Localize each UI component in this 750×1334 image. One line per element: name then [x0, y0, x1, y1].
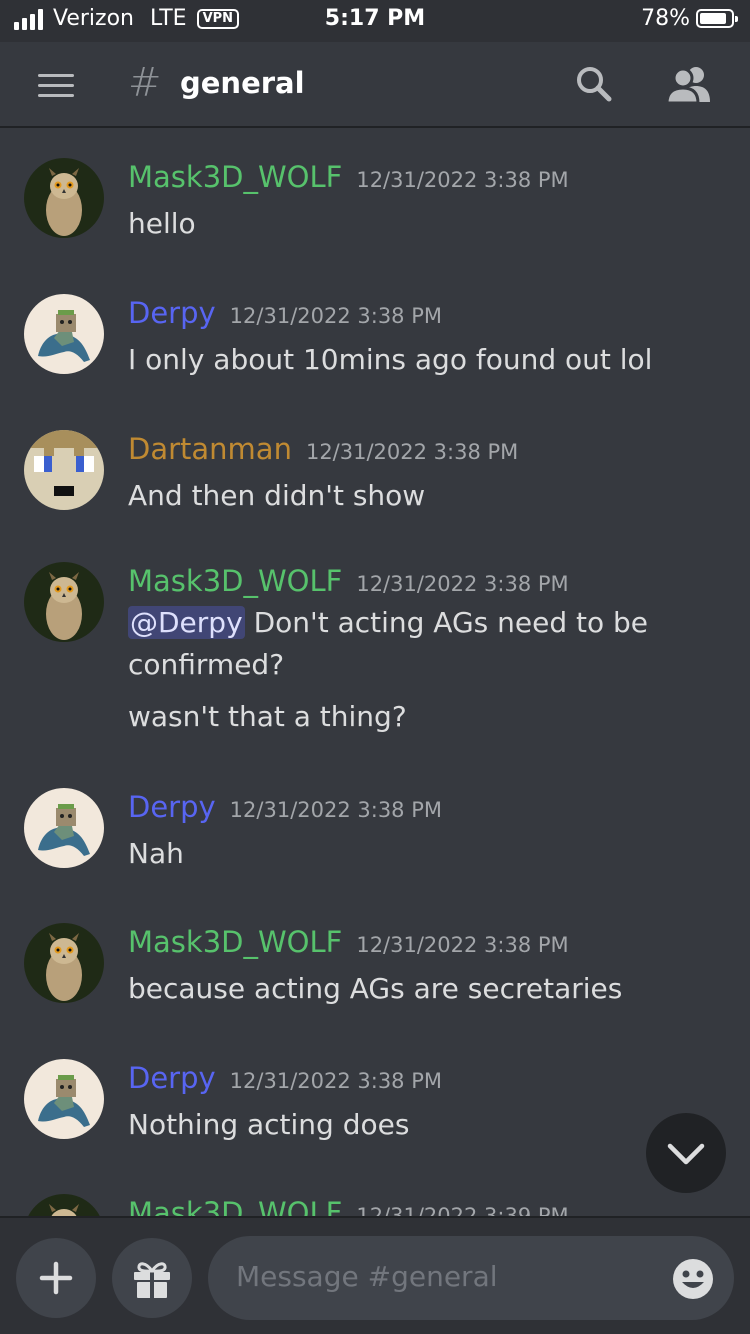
gift-icon	[134, 1262, 170, 1298]
avatar[interactable]	[24, 1194, 104, 1216]
channel-title: general	[180, 66, 305, 100]
message-text-line: confirmed?	[128, 648, 285, 681]
message-text: because acting AGs are secretaries	[128, 972, 623, 1005]
author-name[interactable]: Derpy	[128, 790, 216, 824]
emoji-icon[interactable]	[672, 1258, 714, 1300]
add-attachment-button[interactable]	[16, 1238, 96, 1318]
message-text: wasn't that a thing?	[128, 700, 407, 733]
owl-avatar-icon	[24, 1194, 104, 1216]
timestamp: 12/31/2022 3:39 PM	[356, 1204, 569, 1216]
owl-avatar-icon	[24, 562, 104, 642]
hamburger-icon[interactable]	[38, 74, 74, 98]
timestamp: 12/31/2022 3:38 PM	[229, 798, 442, 822]
message-text: hello	[128, 207, 196, 240]
search-icon[interactable]	[574, 64, 614, 104]
avatar[interactable]	[24, 562, 104, 642]
timestamp: 12/31/2022 3:38 PM	[229, 304, 442, 328]
timestamp: 12/31/2022 3:38 PM	[305, 440, 519, 464]
plus-icon	[39, 1261, 73, 1295]
timestamp: 12/31/2022 3:38 PM	[356, 572, 569, 596]
pixel-face-avatar-icon	[24, 430, 104, 510]
message-text: I only about 10mins ago found out lol	[128, 343, 653, 376]
timestamp: 12/31/2022 3:38 PM	[356, 168, 569, 192]
hash-icon: #	[128, 60, 162, 106]
clock: 5:17 PM	[324, 6, 426, 31]
message-text-line: Don't acting AGs need to be	[253, 606, 649, 639]
members-icon[interactable]	[666, 64, 712, 104]
timestamp: 12/31/2022 3:38 PM	[229, 1069, 442, 1093]
avatar[interactable]	[24, 1059, 104, 1139]
avatar[interactable]	[24, 158, 104, 238]
author-name[interactable]: Derpy	[128, 296, 216, 330]
author-name[interactable]: Mask3D_WOLF	[128, 160, 342, 194]
derpy-avatar-icon	[24, 294, 104, 374]
channel-header: # general	[0, 42, 750, 128]
message-text: Nothing acting does	[128, 1108, 410, 1141]
owl-avatar-icon	[24, 158, 104, 238]
user-mention[interactable]: @Derpy	[128, 606, 245, 639]
owl-avatar-icon	[24, 923, 104, 1003]
message-text: Nah	[128, 837, 184, 870]
author-name[interactable]: Mask3D_WOLF	[128, 925, 342, 959]
author-name[interactable]: Mask3D_WOLF	[128, 1196, 342, 1216]
derpy-avatar-icon	[24, 788, 104, 868]
gift-button[interactable]	[112, 1238, 192, 1318]
message-input[interactable]: Message #general	[208, 1236, 734, 1320]
author-name[interactable]: Dartanman	[128, 432, 292, 466]
timestamp: 12/31/2022 3:38 PM	[356, 933, 569, 957]
message-input-placeholder: Message #general	[236, 1260, 498, 1293]
derpy-avatar-icon	[24, 1059, 104, 1139]
avatar[interactable]	[24, 430, 104, 510]
message-text: @Derpy Don't acting AGs need to be confi…	[128, 602, 728, 686]
author-name[interactable]: Mask3D_WOLF	[128, 564, 342, 598]
scroll-to-bottom-button[interactable]	[646, 1113, 726, 1193]
author-name[interactable]: Derpy	[128, 1061, 216, 1095]
chevron-down-icon	[667, 1143, 705, 1165]
status-bar: Verizon LTE VPN 5:17 PM 78%	[0, 0, 750, 42]
battery-percent: 78%	[641, 6, 690, 31]
avatar[interactable]	[24, 294, 104, 374]
message-text: And then didn't show	[128, 479, 426, 512]
message-composer: Message #general	[0, 1216, 750, 1334]
avatar[interactable]	[24, 788, 104, 868]
avatar[interactable]	[24, 923, 104, 1003]
battery-icon	[696, 9, 738, 28]
message-list[interactable]: Mask3D_WOLF 12/31/2022 3:38 PM hello Derp…	[0, 128, 750, 1216]
